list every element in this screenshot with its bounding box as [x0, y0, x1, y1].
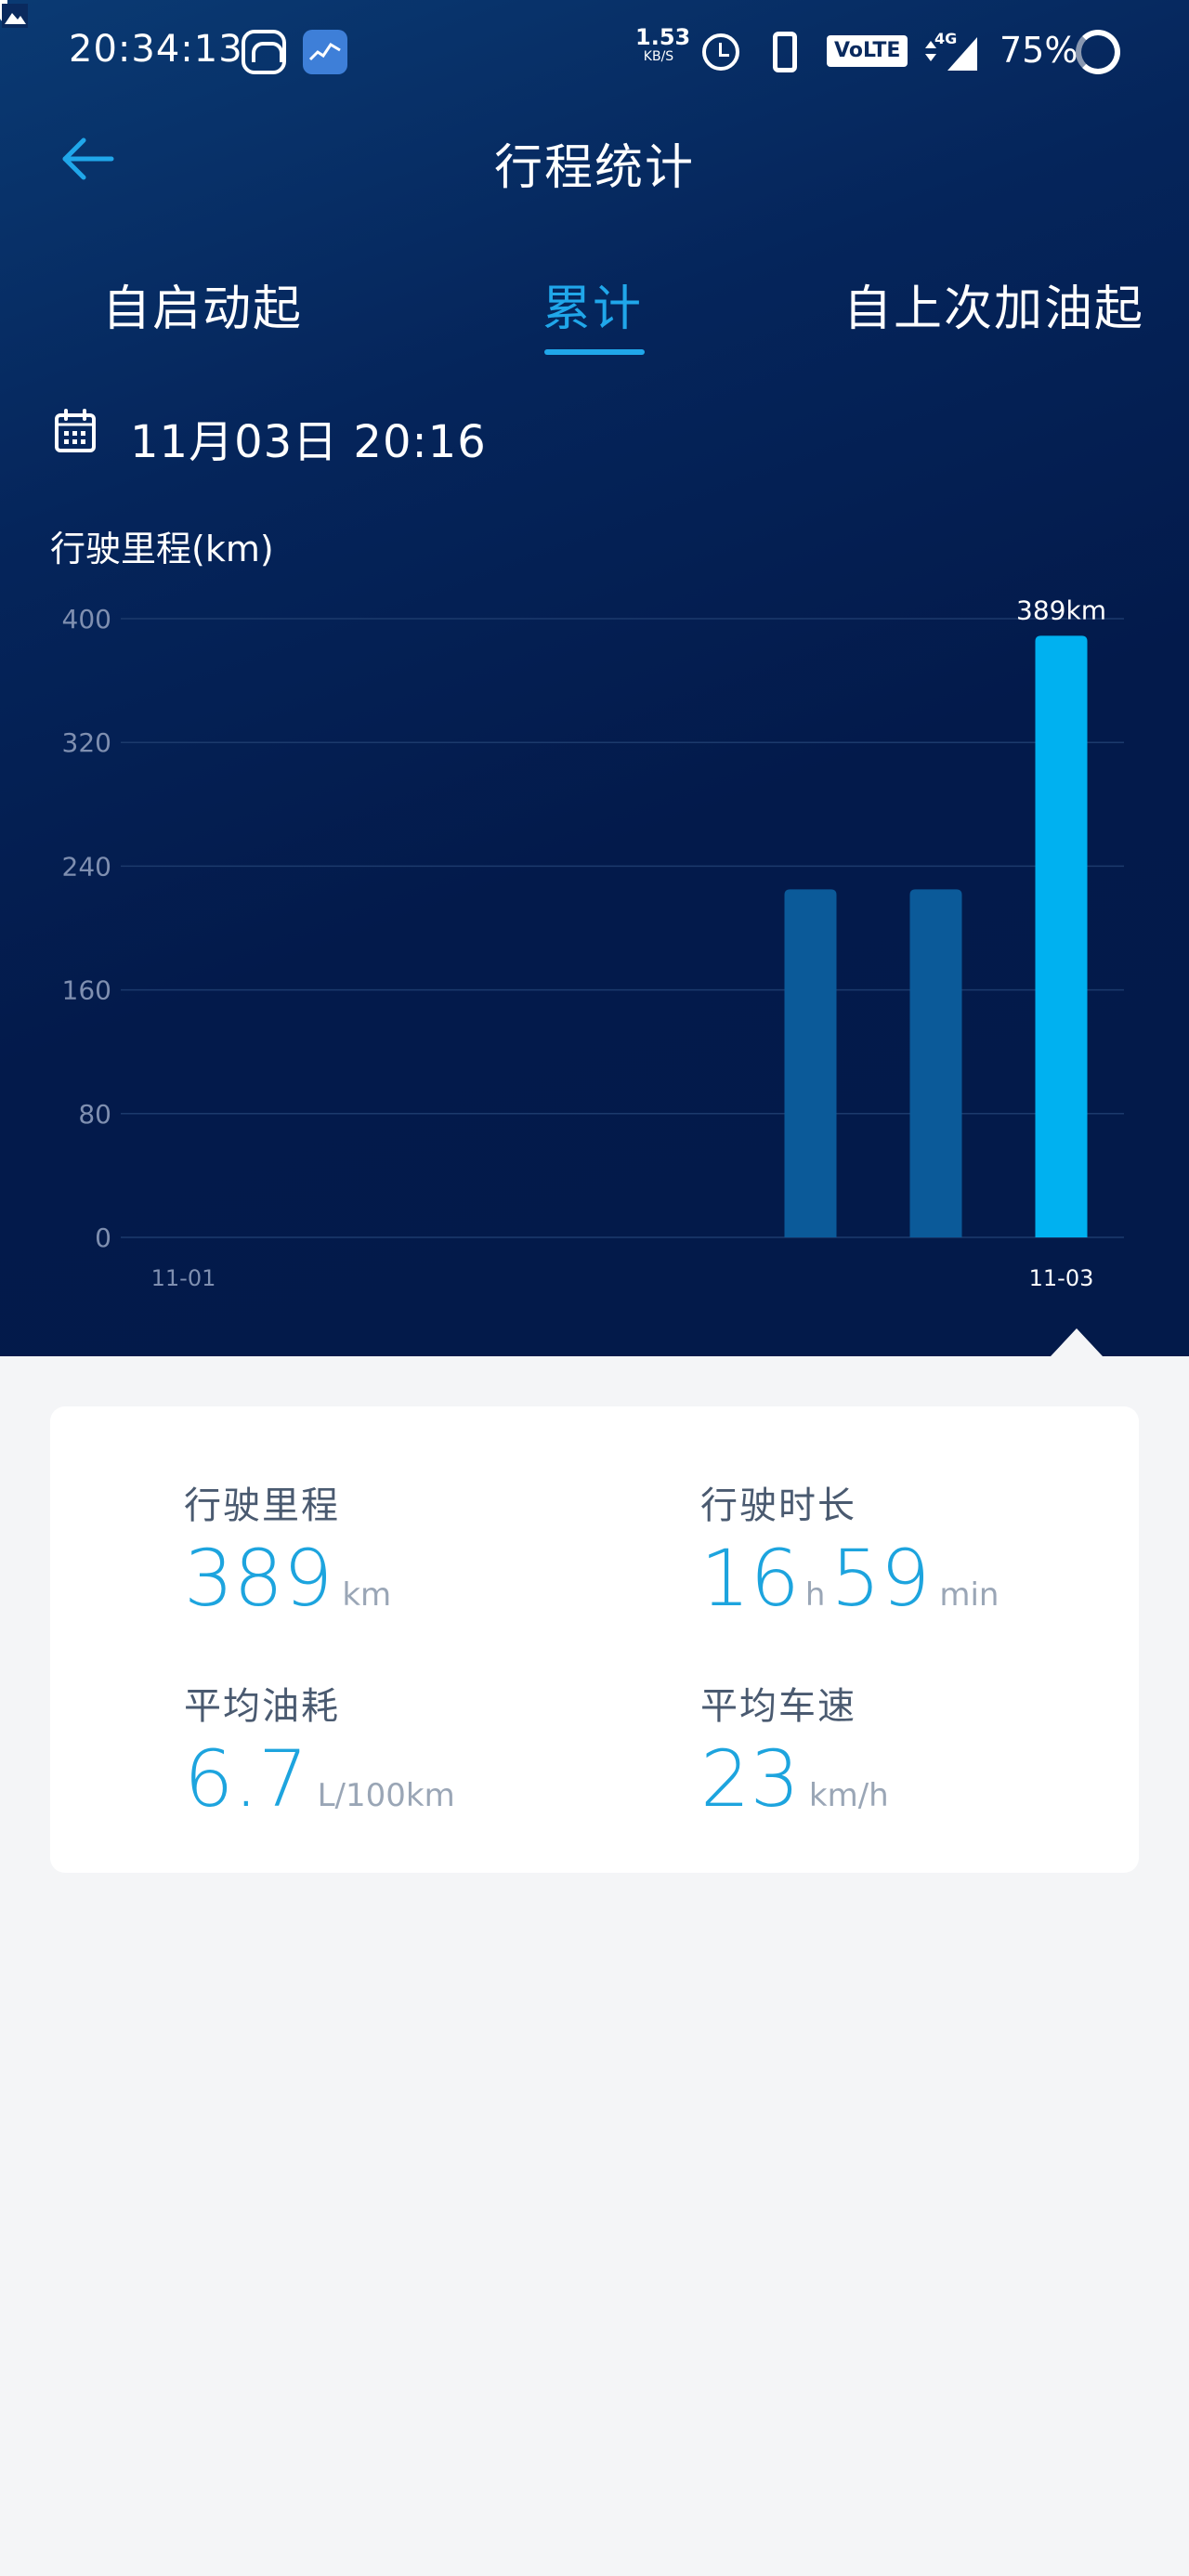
- mileage-bar-chart: 0 80 160 240 320 400 11-01 11-03 389km: [62, 595, 1124, 1291]
- stat-speed-value: 23: [700, 1733, 800, 1824]
- y-tick-label: 80: [78, 1099, 111, 1130]
- bar: [784, 889, 837, 1237]
- y-tick-label: 320: [62, 727, 111, 758]
- bar: [1035, 635, 1088, 1237]
- chart-title: 行驶里程(km): [50, 529, 274, 569]
- stat-duration-minutes-unit: min: [939, 1576, 1000, 1614]
- stat-duration-hours: 16: [700, 1533, 800, 1624]
- status-time: 20:34:13: [69, 28, 243, 71]
- stat-fuel-label: 平均油耗: [184, 1685, 340, 1728]
- phone-icon: [773, 32, 797, 72]
- stat-mileage-unit: km: [342, 1576, 392, 1614]
- alarm-icon: [702, 33, 739, 71]
- volte-badge: VoLTE: [827, 35, 908, 67]
- network-speed-value: 1.53: [635, 24, 691, 50]
- tab-cumulative[interactable]: 累计: [542, 269, 643, 339]
- stat-mileage: 行驶里程 389 km: [184, 1475, 391, 1624]
- y-tick-label: 0: [95, 1223, 111, 1253]
- page-title: 行程统计: [493, 140, 695, 196]
- stat-speed-label: 平均车速: [700, 1685, 856, 1728]
- stat-fuel-value: 6.7: [184, 1733, 308, 1824]
- stat-speed-unit: km/h: [808, 1777, 889, 1814]
- y-tick-label: 240: [62, 851, 111, 882]
- calendar-icon[interactable]: [54, 409, 97, 453]
- signal-icon: 4G: [920, 28, 979, 74]
- x-tick-label: 11-03: [1029, 1265, 1094, 1291]
- stat-duration-minutes: 59: [830, 1533, 931, 1624]
- stat-duration-hours-unit: h: [804, 1576, 826, 1614]
- active-tab-indicator: [544, 349, 645, 355]
- stat-fuel: 平均油耗 6.7 L/100km: [184, 1676, 455, 1824]
- image-icon: [0, 0, 28, 28]
- stat-mileage-value: 389: [184, 1533, 333, 1624]
- x-tick-label: 11-01: [151, 1265, 216, 1291]
- battery-percent: 75%: [1000, 30, 1078, 71]
- car-app-icon: [242, 30, 286, 74]
- tab-since-refuel[interactable]: 自上次加油起: [843, 269, 1144, 339]
- network-speed-unit: KB/S: [643, 49, 674, 64]
- stat-fuel-unit: L/100km: [317, 1777, 455, 1814]
- bar: [909, 889, 962, 1237]
- status-bar: 20:34:13 1.53 KB/S VoLTE 4G 75%: [0, 0, 1189, 102]
- y-tick-label: 160: [62, 975, 111, 1006]
- stat-speed: 平均车速 23 km/h: [700, 1676, 889, 1824]
- stats-card: 行驶里程 389 km 行驶时长 16 h59 min 平均油耗 6.7 L/100km…: [50, 1406, 1139, 1873]
- date-display[interactable]: 11月03日 20:16: [130, 405, 487, 470]
- chart-app-icon: [303, 30, 347, 74]
- y-tick-label: 400: [62, 604, 111, 634]
- stat-mileage-label: 行驶里程: [184, 1484, 340, 1527]
- stat-duration-label: 行驶时长: [700, 1484, 856, 1527]
- stat-duration: 行驶时长 16 h59 min: [700, 1475, 999, 1624]
- network-speed: 1.53 KB/S: [635, 24, 691, 64]
- selected-bar-pointer: [1051, 1328, 1103, 1356]
- tab-since-start[interactable]: 自启动起: [102, 269, 303, 339]
- data-label: 389km: [1016, 595, 1106, 625]
- battery-icon: [1076, 30, 1120, 74]
